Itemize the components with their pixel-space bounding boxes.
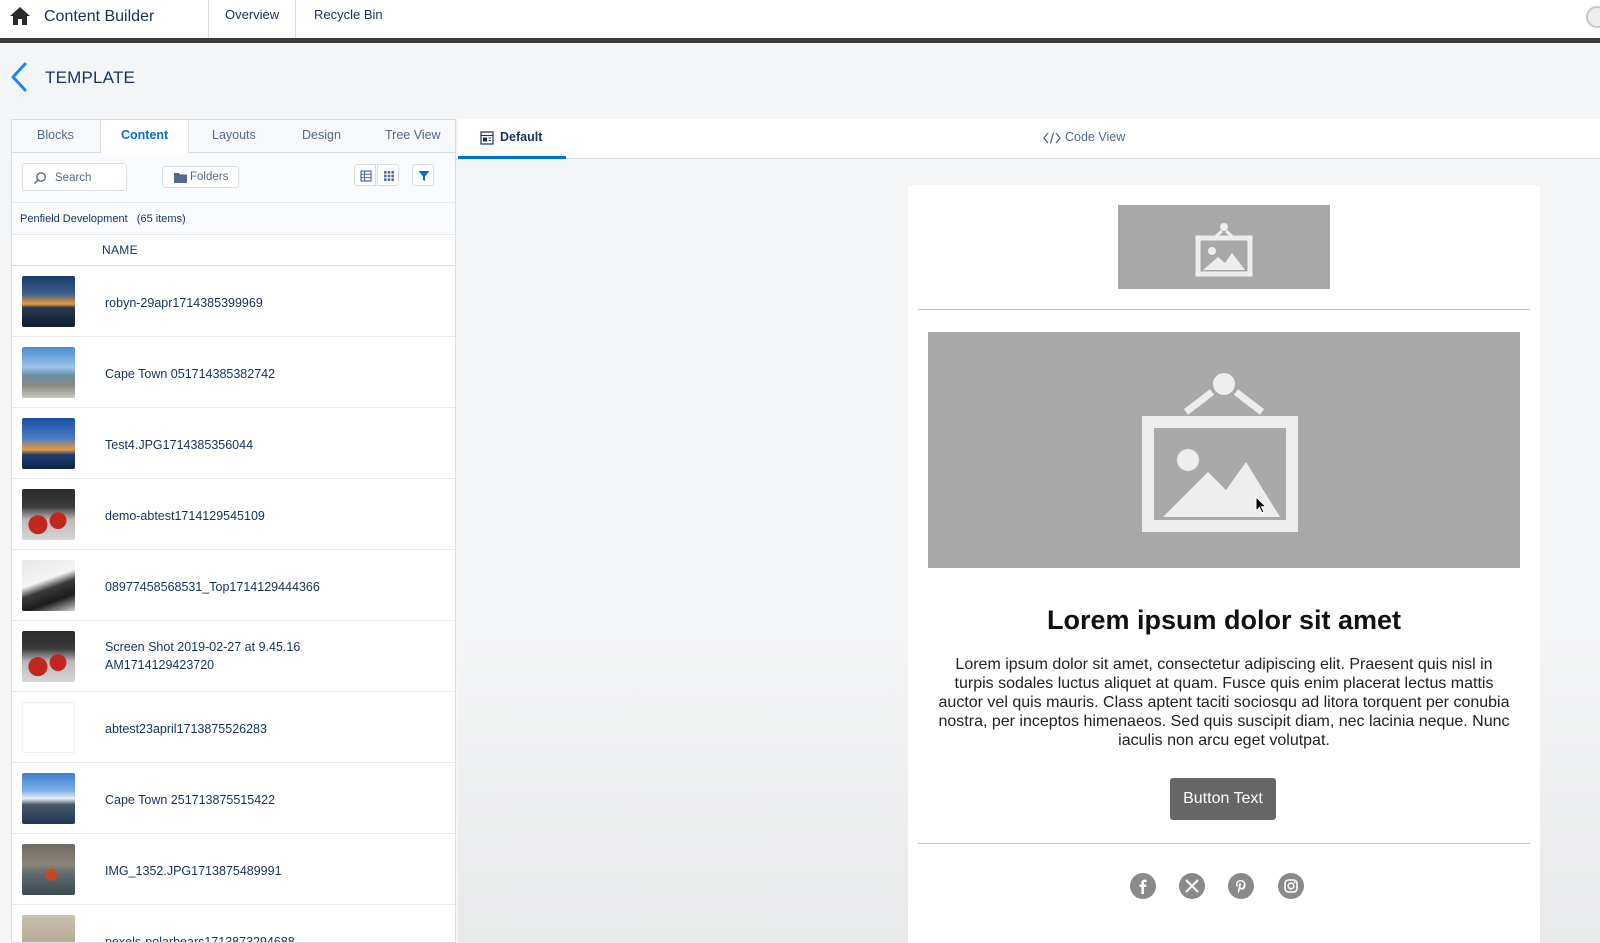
tab-default[interactable]: Default xyxy=(458,119,566,159)
tab-overview[interactable]: Overview xyxy=(208,0,297,38)
facebook-icon[interactable] xyxy=(1130,873,1156,899)
thumbnail-polar xyxy=(22,915,75,942)
top-bar: Content Builder Overview Recycle Bin xyxy=(0,0,1600,43)
search-icon xyxy=(33,172,46,185)
item-name: IMG_1352.JPG1713875489991 xyxy=(105,864,282,878)
item-count: (65 items) xyxy=(136,213,186,225)
item-name: demo-abtest1714129545109 xyxy=(105,509,265,523)
list-item[interactable]: abtest23april1713875526283 xyxy=(12,692,455,763)
tab-tree-view[interactable]: Tree View xyxy=(385,120,441,153)
list-view-button[interactable] xyxy=(354,164,376,186)
item-name: pexels-polarbears1713873294688 xyxy=(105,935,295,943)
folder-name: Penfield Development xyxy=(20,213,128,225)
item-name: Cape Town 251713875515422 xyxy=(105,793,276,807)
content-toolbar: Search Folders xyxy=(12,153,455,203)
search-placeholder: Search xyxy=(55,172,92,184)
search-input[interactable]: Search xyxy=(22,163,127,191)
list-item[interactable]: demo-abtest1714129545109 xyxy=(12,479,455,550)
pinterest-glyph xyxy=(1236,880,1246,893)
tab-blocks[interactable]: Blocks xyxy=(37,120,74,153)
mouse-cursor-icon xyxy=(1255,496,1267,514)
back-arrow-icon[interactable] xyxy=(8,60,30,94)
list-item[interactable]: Cape Town 051714385382742 xyxy=(12,337,455,408)
email-preview: Lorem ipsum dolor sit amet Lorem ipsum d… xyxy=(908,185,1540,943)
list-item[interactable]: Test4.JPG1714385356044 xyxy=(12,408,455,479)
panel-tabs: Blocks Content Layouts Design Tree View xyxy=(12,120,455,154)
content-panel: Blocks Content Layouts Design Tree View … xyxy=(11,119,456,943)
folders-label: Folders xyxy=(190,171,229,183)
logo-image-placeholder[interactable] xyxy=(1118,205,1330,289)
page-title: TEMPLATE xyxy=(45,68,136,87)
item-name: 08977458568531_Top1714129444366 xyxy=(105,580,320,594)
image-placeholder-icon xyxy=(1195,223,1253,277)
tab-default-label: Default xyxy=(500,130,543,144)
list-item[interactable]: robyn-29apr1714385399969 xyxy=(12,266,455,337)
filter-button[interactable] xyxy=(412,164,434,186)
home-icon[interactable] xyxy=(8,4,32,28)
pinterest-icon[interactable] xyxy=(1228,873,1254,899)
email-cta-button[interactable]: Button Text xyxy=(1170,778,1276,820)
preview-tabs: Default Code View xyxy=(458,119,1600,159)
email-body-text[interactable]: Lorem ipsum dolor sit amet, consectetur … xyxy=(936,655,1512,750)
instagram-icon[interactable] xyxy=(1278,873,1304,899)
preview-canvas: Lorem ipsum dolor sit amet Lorem ipsum d… xyxy=(458,160,1600,943)
list-item[interactable]: pexels-polarbears1713873294688 xyxy=(12,905,455,943)
tab-recycle-bin[interactable]: Recycle Bin xyxy=(298,0,399,38)
item-name: robyn-29apr1714385399969 xyxy=(105,296,263,310)
folder-breadcrumb: Penfield Development (65 items) xyxy=(12,203,455,235)
item-name: abtest23april1713875526283 xyxy=(105,722,267,736)
divider xyxy=(918,309,1530,310)
x-icon[interactable] xyxy=(1179,873,1205,899)
app-title[interactable]: Content Builder xyxy=(44,8,154,26)
item-name: Test4.JPG1714385356044 xyxy=(105,438,254,452)
thumbnail-harbor-sunset xyxy=(22,276,75,327)
tab-code-view-label: Code View xyxy=(1065,130,1126,144)
x-glyph xyxy=(1185,879,1199,893)
thumbnail-blank xyxy=(22,702,75,753)
hero-image-placeholder[interactable] xyxy=(928,332,1520,568)
item-name: Cape Town 051714385382742 xyxy=(105,367,276,381)
instagram-glyph xyxy=(1284,879,1298,893)
name-column-header[interactable]: NAME xyxy=(12,235,455,266)
email-heading[interactable]: Lorem ipsum dolor sit amet xyxy=(908,605,1540,636)
tab-code-view[interactable]: Code View xyxy=(1043,119,1125,159)
thumbnail-laptop xyxy=(22,560,75,611)
list-view-icon xyxy=(360,170,372,182)
tab-content[interactable]: Content xyxy=(100,120,190,154)
list-item[interactable]: Screen Shot 2019-02-27 at 9.45.16 AM1714… xyxy=(12,621,455,692)
folder-icon xyxy=(174,173,187,183)
divider xyxy=(918,843,1530,844)
image-placeholder-icon xyxy=(1142,373,1298,532)
grid-view-button[interactable] xyxy=(377,164,399,186)
list-item[interactable]: Cape Town 251713875515422 xyxy=(12,763,455,834)
tab-layouts[interactable]: Layouts xyxy=(212,120,256,153)
thumbnail-coastal-road xyxy=(22,347,75,398)
thumbnail-red-boots xyxy=(22,489,75,540)
item-name: Screen Shot 2019-02-27 at 9.45.16 AM1714… xyxy=(105,640,301,672)
content-list: robyn-29apr1714385399969 Cape Town 05171… xyxy=(12,266,455,943)
filter-icon xyxy=(418,171,430,181)
thumbnail-dusk-water xyxy=(22,418,75,469)
thumbnail-red-boots xyxy=(22,631,75,682)
grid-view-icon xyxy=(384,171,394,181)
list-item[interactable]: 08977458568531_Top1714129444366 xyxy=(12,550,455,621)
thumbnail-boat xyxy=(22,844,75,895)
thumbnail-mountains xyxy=(22,773,75,824)
list-item[interactable]: IMG_1352.JPG1713875489991 xyxy=(12,834,455,905)
tab-design[interactable]: Design xyxy=(302,120,341,153)
code-icon xyxy=(1043,132,1061,144)
facebook-glyph xyxy=(1139,879,1147,894)
folders-button[interactable]: Folders xyxy=(162,166,239,188)
layout-icon xyxy=(480,131,494,145)
avatar[interactable] xyxy=(1586,6,1600,28)
